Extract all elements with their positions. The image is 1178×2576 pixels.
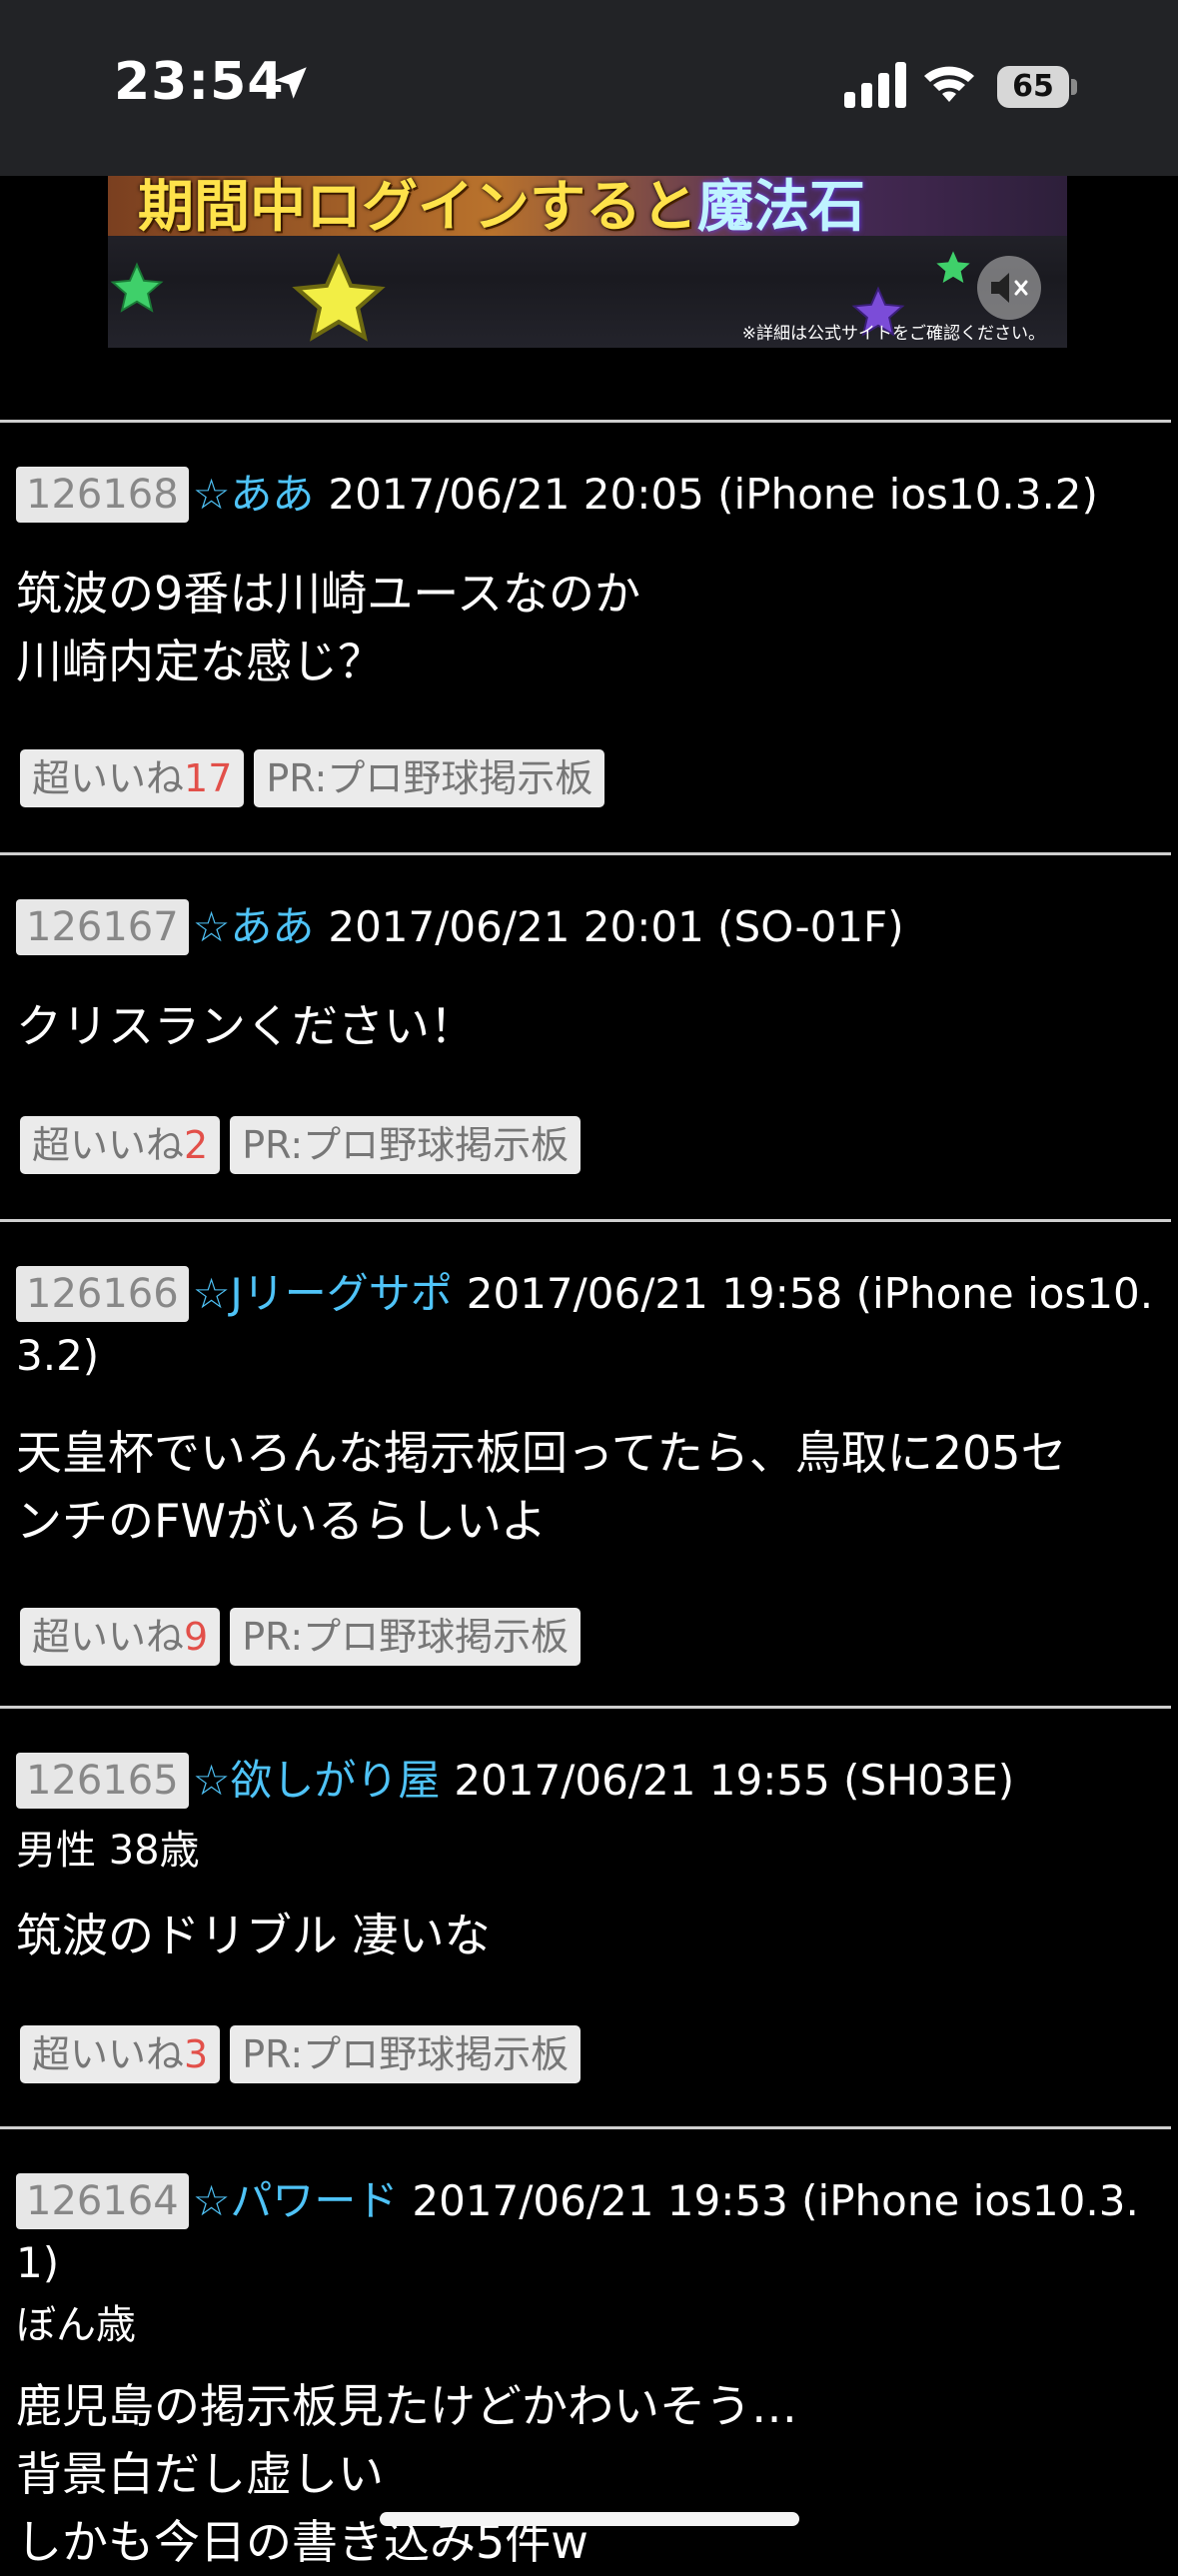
mute-icon — [991, 273, 1028, 303]
post-number[interactable]: 126164 — [16, 2173, 189, 2229]
divider — [0, 2126, 1171, 2129]
post-author-profile: 男性 38歳 — [16, 1828, 200, 1874]
post-number[interactable]: 126166 — [16, 1266, 189, 1322]
status-bar: 23:54 65 — [0, 0, 1178, 176]
pr-link[interactable]: PR:プロ野球掲示板 — [230, 1116, 582, 1174]
battery-icon: 65 — [997, 66, 1077, 108]
wifi-icon — [924, 66, 974, 102]
post-author[interactable]: ☆ああ — [193, 902, 315, 951]
post-body-line: 川崎内定な感じ？ — [16, 635, 384, 688]
super-like-button[interactable]: 超いいね9 — [20, 1608, 221, 1666]
divider — [0, 1706, 1171, 1709]
post-buttons: 超いいね3 PR:プロ野球掲示板 — [20, 2025, 590, 2083]
like-label: 超いいね — [32, 1615, 185, 1659]
cellular-signal-icon — [844, 62, 906, 108]
post-header: 126168 ☆ああ 2017/06/21 20:05 (iPhone ios10.… — [16, 464, 1171, 526]
super-like-button[interactable]: 超いいね3 — [20, 2025, 221, 2083]
like-label: 超いいね — [32, 1123, 185, 1167]
pr-link[interactable]: PR:プロ野球掲示板 — [254, 749, 605, 807]
pr-link[interactable]: PR:プロ野球掲示板 — [230, 1608, 582, 1666]
ad-note: ※詳細は公式サイトをご確認ください。 — [741, 324, 1045, 344]
post-meta: 2017/06/21 19:55 (SH03E) — [454, 1756, 1015, 1805]
status-time: 23:54 — [114, 52, 285, 112]
post-body: 筑波のドリブル 凄いな — [16, 1902, 1165, 1969]
post-author[interactable]: ☆ああ — [193, 470, 315, 519]
post-number[interactable]: 126168 — [16, 467, 189, 523]
star-icon — [110, 262, 164, 313]
post-body-line: クリスランください！ — [16, 999, 476, 1053]
post-number[interactable]: 126165 — [16, 1753, 189, 1809]
post-header: 126165 ☆欲しがり屋 2017/06/21 19:55 (SH03E) — [16, 1750, 1171, 1812]
post-number[interactable]: 126167 — [16, 899, 189, 955]
post-body-line: 筑波のドリブル 凄いな — [16, 1909, 491, 1962]
post-author-profile: ぼん歳 — [16, 2302, 136, 2348]
super-like-button[interactable]: 超いいね17 — [20, 749, 245, 807]
post-author[interactable]: ☆Jリーグサポ — [193, 1269, 453, 1318]
star-icon — [292, 253, 386, 342]
ad-headline-main: 期間中ログインすると — [138, 176, 697, 240]
post-body-line: 鹿児島の掲示板見たけどかわいそう… — [16, 2379, 797, 2433]
post-body: 筑波の9番は川崎ユースなのか 川崎内定な感じ？ — [16, 560, 1165, 695]
post-meta: 2017/06/21 20:01 (SO-01F) — [328, 902, 904, 951]
super-like-button[interactable]: 超いいね2 — [20, 1116, 221, 1174]
divider — [0, 420, 1171, 423]
like-count: 3 — [184, 2032, 209, 2076]
post-body: クリスランください！ — [16, 992, 1165, 1060]
battery-level: 65 — [997, 66, 1069, 108]
post-buttons: 超いいね9 PR:プロ野球掲示板 — [20, 1608, 590, 1666]
post-header: 126164 ☆パワード 2017/06/21 19:53 (iPhone ios1… — [16, 2170, 1171, 2294]
ad-headline: 期間中ログインすると魔法石 — [138, 176, 865, 240]
like-label: 超いいね — [32, 756, 185, 800]
divider — [0, 1219, 1171, 1222]
post-body-line: 背景白だし虚しい — [16, 2447, 384, 2501]
home-indicator[interactable] — [380, 2512, 799, 2526]
post-buttons: 超いいね17 PR:プロ野球掲示板 — [20, 749, 614, 807]
post-buttons: 超いいね2 PR:プロ野球掲示板 — [20, 1116, 590, 1174]
post-author[interactable]: ☆欲しがり屋 — [193, 1756, 441, 1805]
battery-cap — [1071, 79, 1077, 95]
like-label: 超いいね — [32, 2032, 185, 2076]
ad-banner[interactable]: 期間中ログインすると魔法石 ※詳細は公式サイトをご確認ください。 — [108, 176, 1067, 348]
ad-headline-accent: 魔法石 — [697, 176, 865, 240]
post-body: 鹿児島の掲示板見たけどかわいそう… 背景白だし虚しい しかも今日の書き込み5件w — [16, 2372, 1165, 2576]
post-body-line: 天皇杯でいろんな掲示板回ってたら、鳥取に205セ — [16, 1426, 1067, 1480]
mute-button[interactable] — [977, 256, 1041, 320]
divider — [0, 852, 1171, 855]
like-count: 9 — [184, 1615, 209, 1659]
star-icon — [936, 251, 970, 283]
like-count: 2 — [184, 1123, 209, 1167]
post-body-line: 筑波の9番は川崎ユースなのか — [16, 567, 640, 621]
like-count: 17 — [184, 756, 233, 800]
location-arrow-icon — [275, 67, 307, 99]
post-header: 126166 ☆Jリーグサポ 2017/06/21 19:58 (iPhone io… — [16, 1263, 1171, 1387]
post-header: 126167 ☆ああ 2017/06/21 20:01 (SO-01F) — [16, 896, 1171, 958]
post-body-line: ンチのFWがいるらしいよ — [16, 1494, 548, 1548]
post-meta: 2017/06/21 20:05 (iPhone ios10.3.2) — [328, 470, 1098, 519]
post-author[interactable]: ☆パワード — [193, 2176, 399, 2225]
post-body: 天皇杯でいろんな掲示板回ってたら、鳥取に205セ ンチのFWがいるらしいよ — [16, 1419, 1165, 1555]
pr-link[interactable]: PR:プロ野球掲示板 — [230, 2025, 582, 2083]
